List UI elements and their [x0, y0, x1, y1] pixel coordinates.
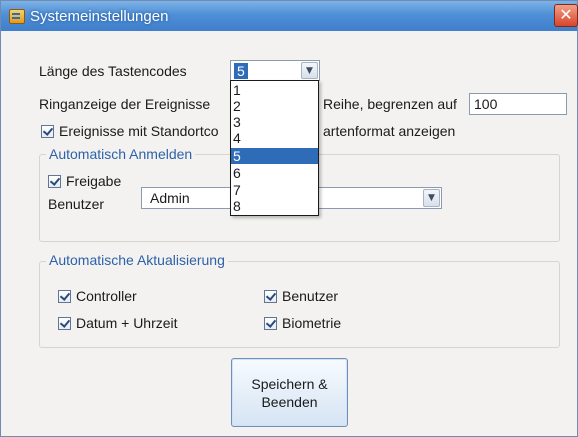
users-label: Benutzer [282, 288, 339, 304]
dropdown-option[interactable]: 1 [231, 82, 318, 98]
standard-format-label-left: Ereignisse mit Standortco [59, 123, 219, 139]
ring-limit-label: Reihe, begrenzen auf [323, 96, 457, 112]
close-button[interactable]: ✕ [554, 4, 578, 27]
dropdown-option-selected[interactable]: 5 [231, 148, 318, 164]
date-time-checkbox[interactable] [58, 317, 71, 330]
dropdown-option[interactable]: 3 [231, 114, 318, 130]
key-code-length-select[interactable]: 5 ▼ [230, 60, 320, 81]
save-button-line1: Speichern & [251, 375, 328, 392]
dropdown-option[interactable]: 7 [231, 182, 318, 198]
settings-window: Systemeinstellungen ✕ Länge des Tastenco… [0, 0, 578, 437]
share-checkbox[interactable] [48, 175, 61, 188]
biometrics-label: Biometrie [282, 315, 342, 331]
save-button-line2: Beenden [261, 393, 318, 410]
key-code-length-dropdown-list: 1 2 3 4 5 6 7 8 [230, 80, 319, 216]
key-code-length-value: 5 [234, 63, 248, 79]
settings-window-icon [9, 9, 25, 24]
ring-display-label: Ringanzeige der Ereignisse [39, 96, 211, 112]
standard-format-label-right: artenformat anzeigen [323, 123, 456, 139]
auto-update-group-title: Automatische Aktualisierung [46, 252, 228, 268]
chevron-down-icon[interactable]: ▼ [301, 62, 318, 79]
ring-limit-input[interactable]: 100 [469, 93, 567, 115]
biometrics-checkbox[interactable] [264, 317, 277, 330]
key-code-length-label: Länge des Tastencodes [39, 63, 187, 79]
auto-login-group-title: Automatisch Anmelden [46, 146, 196, 162]
dropdown-option[interactable]: 8 [231, 198, 318, 214]
chevron-down-icon[interactable]: ▼ [423, 189, 440, 207]
users-checkbox[interactable] [264, 290, 277, 303]
close-icon: ✕ [559, 5, 573, 24]
window-title: Systemeinstellungen [30, 8, 169, 25]
standard-format-checkbox[interactable] [41, 125, 54, 138]
save-and-exit-button[interactable]: Speichern & Beenden [231, 358, 348, 427]
controller-label: Controller [76, 288, 137, 304]
dropdown-option[interactable]: 2 [231, 98, 318, 114]
user-label: Benutzer [48, 196, 105, 212]
share-label: Freigabe [66, 173, 122, 189]
dropdown-option[interactable]: 4 [231, 130, 318, 146]
controller-checkbox[interactable] [58, 290, 71, 303]
title-bar[interactable]: Systemeinstellungen ✕ [1, 1, 578, 31]
auto-update-group [39, 261, 560, 348]
user-select-value: Admin [150, 190, 190, 206]
dropdown-option[interactable]: 6 [231, 165, 318, 181]
date-time-label: Datum + Uhrzeit [76, 315, 178, 331]
